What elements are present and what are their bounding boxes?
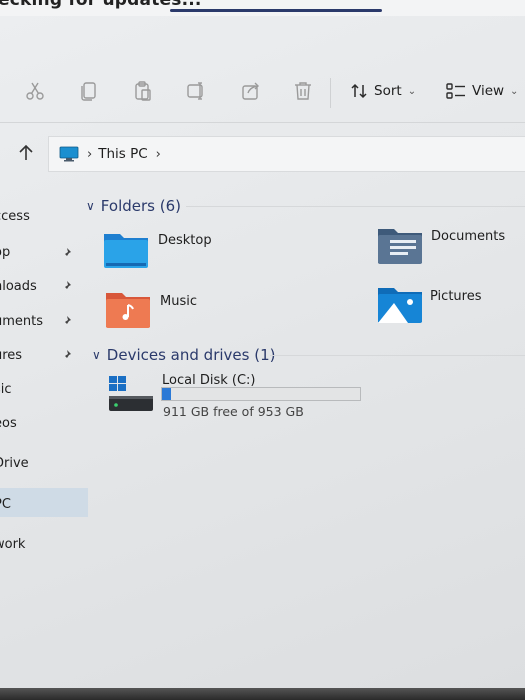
sidebar-item-pictures[interactable]: ures (0, 348, 22, 363)
group-divider (270, 355, 525, 356)
toolbar-divider (0, 122, 525, 123)
share-icon[interactable] (240, 80, 262, 102)
update-bar: ecking for updates... (0, 0, 525, 16)
drives-group-header[interactable]: ∨ Devices and drives (1) (92, 346, 275, 364)
breadcrumb-chevron-icon[interactable]: › (156, 147, 161, 162)
pin-icon[interactable] (60, 280, 72, 292)
navigation-pane: ccess op nloads uments ures sic eos Driv… (0, 190, 90, 670)
drive-free-space: 911 GB free of 953 GB (163, 404, 304, 419)
toolbar-separator (330, 78, 331, 108)
chevron-down-icon: ∨ (86, 199, 95, 213)
drive-usage-fill (162, 388, 171, 400)
drive-usage-bar (161, 387, 361, 401)
update-progress (170, 9, 382, 12)
drives-group-title: Devices and drives (1) (106, 346, 276, 364)
sidebar-item-downloads[interactable]: nloads (0, 279, 37, 294)
breadcrumb-this-pc[interactable]: This PC (98, 146, 147, 162)
pin-icon[interactable] (60, 247, 72, 259)
view-icon (446, 83, 465, 99)
folders-group-title: Folders (6) (100, 197, 181, 215)
sidebar-item-onedrive[interactable]: Drive (0, 456, 29, 471)
breadcrumb-chevron-icon: › (87, 146, 93, 162)
pictures-folder-icon[interactable] (376, 285, 424, 325)
pin-icon[interactable] (60, 315, 72, 327)
documents-folder-icon[interactable] (376, 226, 424, 266)
rename-icon[interactable] (186, 80, 208, 102)
folders-group-header[interactable]: ∨ Folders (6) (86, 197, 181, 215)
folder-label-desktop[interactable]: Desktop (158, 233, 212, 248)
sidebar-item-desktop[interactable]: op (0, 245, 10, 260)
local-disk-icon[interactable] (107, 374, 155, 414)
music-folder-icon[interactable] (104, 290, 152, 330)
chevron-down-icon: ⌄ (407, 85, 417, 97)
sidebar-selection-highlight (0, 488, 88, 517)
folder-label-pictures[interactable]: Pictures (430, 289, 481, 304)
chevron-down-icon: ∨ (92, 348, 101, 362)
desktop-folder-icon[interactable] (102, 230, 150, 270)
sidebar-item-this-pc[interactable]: PC (0, 497, 11, 512)
chevron-down-icon: ⌄ (510, 85, 519, 97)
paste-icon[interactable] (132, 80, 154, 102)
sidebar-item-music[interactable]: sic (0, 382, 12, 397)
this-pc-icon (59, 146, 79, 162)
delete-icon[interactable] (292, 80, 314, 102)
sort-label: Sort (374, 83, 402, 99)
up-arrow-icon[interactable] (16, 143, 36, 163)
folder-label-documents[interactable]: Documents (431, 229, 505, 244)
pin-icon[interactable] (60, 349, 72, 361)
sidebar-item-videos[interactable]: eos (0, 416, 17, 431)
sort-button[interactable]: Sort ⌄ (350, 80, 416, 102)
view-label: View (472, 83, 505, 99)
sidebar-item-quick-access[interactable]: ccess (0, 209, 30, 224)
command-bar: Sort ⌄ View ⌄ (0, 58, 525, 122)
sidebar-item-documents[interactable]: uments (0, 314, 43, 329)
group-divider (186, 206, 525, 207)
view-button[interactable]: View ⌄ (446, 80, 518, 102)
sort-icon (351, 83, 367, 99)
folder-label-music[interactable]: Music (160, 294, 197, 309)
address-bar[interactable]: › This PC › (48, 136, 525, 172)
cut-icon[interactable] (24, 80, 46, 102)
sidebar-item-network[interactable]: work (0, 537, 25, 552)
screen-bezel (0, 688, 525, 700)
copy-icon[interactable] (78, 80, 100, 102)
drive-label-local-disk[interactable]: Local Disk (C:) (162, 373, 255, 388)
